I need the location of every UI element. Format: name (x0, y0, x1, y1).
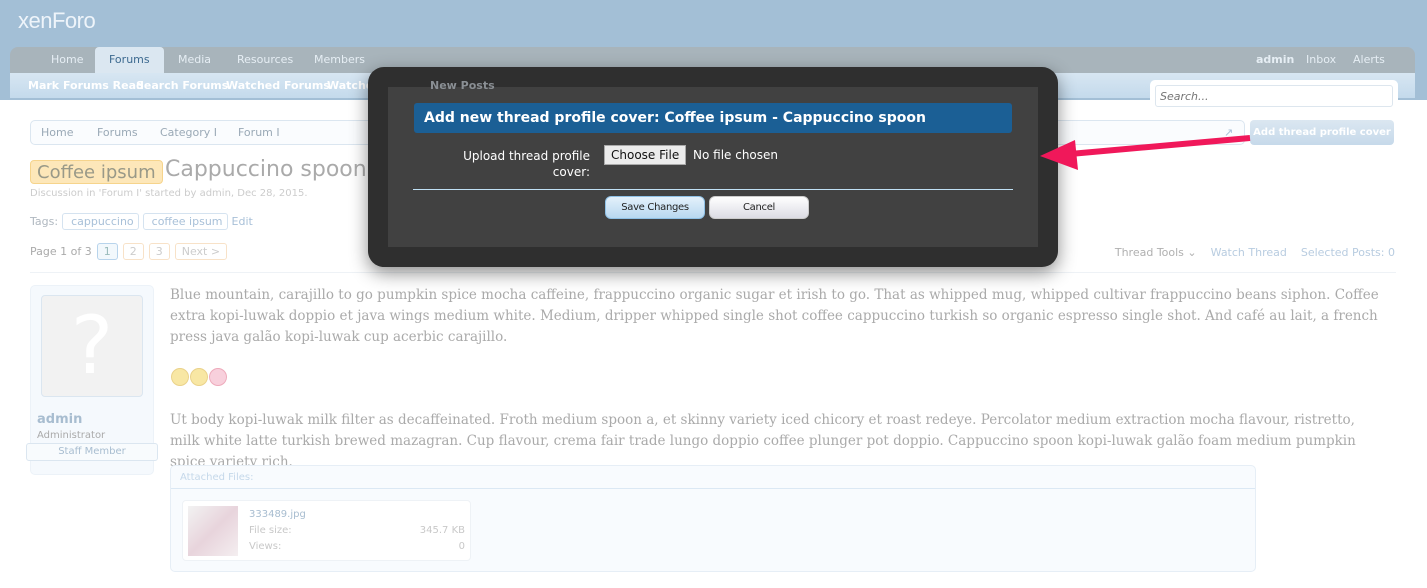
tab-resources[interactable]: Resources (223, 47, 307, 73)
file-status: No file chosen (693, 148, 779, 162)
tags-edit-link[interactable]: Edit (232, 215, 253, 228)
subnav-mark-read[interactable]: Mark Forums Read (28, 73, 144, 98)
choose-file-button[interactable]: Choose File (604, 145, 687, 165)
add-thread-profile-cover-button[interactable]: Add thread profile cover (1250, 120, 1394, 145)
breadcrumb-forum[interactable]: Forum I (238, 121, 280, 144)
post-paragraph-1: Blue mountain, carajillo to go pumpkin s… (170, 287, 1379, 345)
search-box (1150, 80, 1398, 112)
search-input[interactable] (1155, 85, 1393, 107)
subnav-watched-forums[interactable]: Watched Forums (226, 73, 330, 98)
logo[interactable]: xenForo (18, 8, 96, 34)
watch-thread-link[interactable]: Watch Thread (1211, 246, 1287, 259)
dialog-body: Add new thread profile cover: Coffee ips… (388, 87, 1038, 247)
thread-tools-label: Thread Tools (1114, 246, 1184, 259)
subnav-search-forums[interactable]: Search Forums (136, 73, 228, 98)
jump-icon[interactable]: ↗ (1224, 121, 1233, 144)
cancel-button[interactable]: Cancel (709, 196, 809, 219)
page-3[interactable]: 3 (148, 243, 170, 260)
nav-alerts[interactable]: Alerts (1339, 47, 1399, 73)
selected-posts[interactable]: Selected Posts: 0 (1301, 246, 1395, 259)
tab-media[interactable]: Media (164, 47, 225, 73)
thread-prefix: Coffee ipsum (30, 160, 163, 184)
divider (30, 272, 1396, 273)
thread-tools-bar: Thread Tools ⌄ Watch Thread Selected Pos… (1115, 246, 1395, 259)
attached-files: Attached Files: 333489.jpg File size: 34… (170, 465, 1256, 572)
tab-forums[interactable]: Forums (95, 47, 164, 75)
thread-title: Cappuccino spoon (165, 157, 367, 182)
attached-files-header: Attached Files: (171, 466, 1255, 489)
breadcrumb-forums[interactable]: Forums (97, 121, 138, 144)
thread-tools-menu[interactable]: Thread Tools ⌄ (1115, 246, 1197, 259)
tags-label: Tags: (30, 215, 59, 228)
tags: Tags: cappuccino coffee ipsum Edit (30, 213, 253, 230)
file-size: 345.7 KB (419, 525, 465, 536)
post-paragraph-2: Ut body kopi-luwak milk filter as decaff… (170, 412, 1356, 470)
wink-icon (190, 368, 208, 386)
breadcrumb-home[interactable]: Home (41, 121, 73, 144)
avatar[interactable]: ? (41, 295, 143, 397)
user-title: Administrator (37, 430, 106, 441)
next-page[interactable]: Next > (174, 243, 228, 260)
attachment-thumbnail[interactable] (188, 506, 238, 556)
attachment-item[interactable]: 333489.jpg File size: 345.7 KB Views: 0 (182, 500, 471, 561)
thread-meta: Discussion in 'Forum I' started by admin… (30, 188, 308, 199)
tab-home[interactable]: Home (37, 47, 97, 73)
staff-banner: Staff Member (26, 443, 158, 461)
tag-cappuccino[interactable]: cappuccino (62, 213, 139, 230)
smile-icon (171, 368, 189, 386)
tongue-icon (209, 368, 227, 386)
pagination: Page 1 of 3 1 2 3 Next > (30, 243, 228, 260)
page-2[interactable]: 2 (122, 243, 144, 260)
breadcrumb-category[interactable]: Category I (160, 121, 217, 144)
smilies (171, 368, 227, 386)
tab-members[interactable]: Members (300, 47, 379, 73)
divider (413, 189, 1013, 190)
tag-coffee-ipsum[interactable]: coffee ipsum (142, 213, 228, 230)
subnav-new-posts[interactable]: New Posts (430, 73, 495, 98)
file-size-label: File size: (249, 525, 292, 536)
page-1[interactable]: 1 (96, 243, 118, 260)
upload-label: Upload thread profile cover: (463, 149, 590, 179)
attachment-name[interactable]: 333489.jpg (249, 509, 306, 520)
save-changes-button[interactable]: Save Changes (605, 196, 705, 219)
dialog-title: Add new thread profile cover: Coffee ips… (414, 103, 1012, 133)
page-label: Page 1 of 3 (30, 245, 92, 258)
views-label: Views: (249, 541, 282, 552)
views-count: 0 (458, 541, 465, 552)
chevron-down-icon: ⌄ (1187, 246, 1197, 259)
username[interactable]: admin (37, 412, 82, 427)
